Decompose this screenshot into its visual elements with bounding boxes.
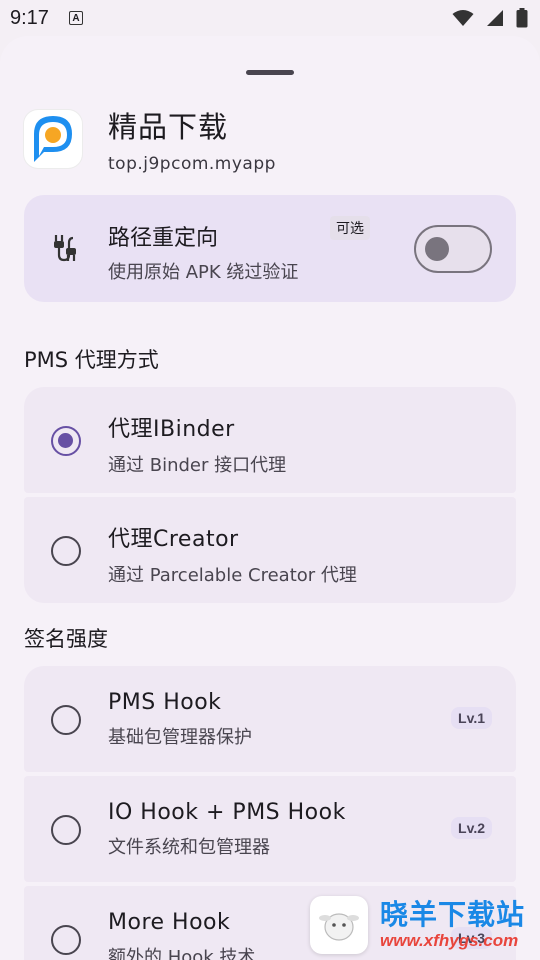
radio-button[interactable] xyxy=(51,815,81,845)
radio-button[interactable] xyxy=(51,426,81,456)
bottom-sheet: 精品下载 top.j9pcom.myapp 路径重定向 可选 使用原始 APK … xyxy=(0,36,540,960)
level-badge: Lv.2 xyxy=(451,817,492,839)
watermark-url: www.xfhygs.com xyxy=(380,931,519,950)
option-proxy-ibinder[interactable]: 代理IBinder 通过 Binder 接口代理 xyxy=(24,387,516,493)
option-title: 代理IBinder xyxy=(108,417,235,442)
option-subtitle: 文件系统和包管理器 xyxy=(108,837,270,858)
sheep-logo-icon xyxy=(310,896,368,954)
battery-icon xyxy=(516,8,528,28)
option-title: More Hook xyxy=(108,910,231,935)
redirect-title: 路径重定向 xyxy=(108,226,219,251)
redirect-card[interactable]: 路径重定向 可选 使用原始 APK 绕过验证 xyxy=(24,195,516,302)
wifi-icon xyxy=(452,10,474,26)
redirect-subtitle: 使用原始 APK 绕过验证 xyxy=(108,262,299,283)
watermark-title: 晓羊下载站 xyxy=(380,898,526,931)
status-bar: 9:17 A xyxy=(0,0,540,36)
level-badge: Lv.1 xyxy=(451,707,492,729)
redirect-toggle[interactable] xyxy=(414,225,492,273)
option-io-pms-hook[interactable]: IO Hook + PMS Hook 文件系统和包管理器 Lv.2 xyxy=(24,776,516,882)
option-pms-hook[interactable]: PMS Hook 基础包管理器保护 Lv.1 xyxy=(24,666,516,772)
app-name: 精品下载 xyxy=(108,110,229,144)
app-header: 精品下载 top.j9pcom.myapp xyxy=(24,104,276,174)
sign-section-title: 签名强度 xyxy=(24,627,108,651)
toggle-knob xyxy=(425,237,449,261)
optional-tag: 可选 xyxy=(330,216,370,240)
app-icon xyxy=(24,110,82,168)
radio-button[interactable] xyxy=(51,536,81,566)
notification-icon: A xyxy=(68,11,83,25)
option-proxy-creator[interactable]: 代理Creator 通过 Parcelable Creator 代理 xyxy=(24,497,516,603)
drag-handle[interactable] xyxy=(246,70,294,75)
watermark: 晓羊下载站 www.xfhygs.com xyxy=(310,890,540,960)
radio-button[interactable] xyxy=(51,925,81,955)
option-subtitle: 额外的 Hook 技术 xyxy=(108,947,256,960)
option-subtitle: 通过 Binder 接口代理 xyxy=(108,455,287,476)
cellular-icon xyxy=(487,10,503,26)
radio-button[interactable] xyxy=(51,705,81,735)
option-title: 代理Creator xyxy=(108,527,239,552)
cable-icon xyxy=(54,235,76,262)
app-package: top.j9pcom.myapp xyxy=(108,154,276,174)
option-title: IO Hook + PMS Hook xyxy=(108,800,346,825)
option-subtitle: 通过 Parcelable Creator 代理 xyxy=(108,565,357,586)
option-title: PMS Hook xyxy=(108,690,222,715)
status-time: 9:17 xyxy=(10,6,49,29)
option-subtitle: 基础包管理器保护 xyxy=(108,727,252,748)
pms-section-title: PMS 代理方式 xyxy=(24,348,159,372)
